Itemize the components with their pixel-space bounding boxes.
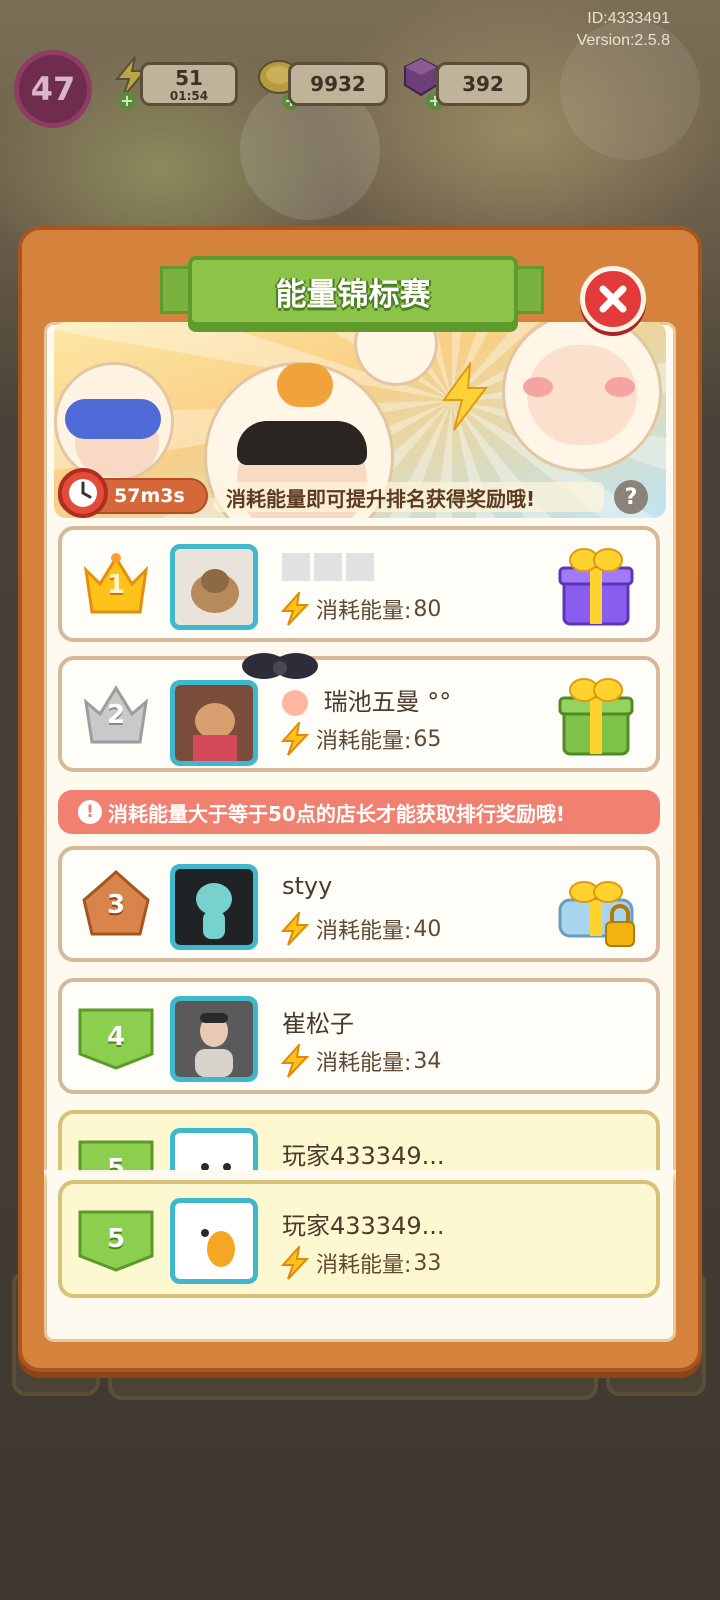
lightning-icon [280, 722, 310, 756]
player-level: 47 [30, 70, 76, 108]
peach-icon [282, 690, 308, 716]
leaderboard-row-1: 1 消耗能量: 80 [58, 526, 660, 642]
energy-value: 40 [413, 916, 442, 942]
player-name-text: 崔松子 [282, 1010, 354, 1038]
avatar-bow-icon [242, 653, 318, 679]
leaderboard-row-4: 4 崔松子 消耗能量: 34 [58, 978, 660, 1094]
energy-timer: 01:54 [169, 89, 209, 103]
banner-character-left [54, 362, 174, 482]
player-avatar[interactable] [170, 680, 258, 766]
warning-icon: ! [78, 800, 102, 824]
help-icon[interactable]: ? [614, 480, 648, 514]
help-glyph: ? [624, 484, 638, 510]
energy-label: 消耗能量: [316, 729, 412, 754]
rank-number: 5 [106, 1224, 126, 1254]
close-icon [599, 285, 627, 313]
add-energy-icon[interactable]: + [118, 92, 136, 110]
lightning-icon [280, 1246, 310, 1280]
energy-label: 消耗能量: [316, 599, 412, 624]
my-energy-consumed: 消耗能量: 33 [280, 1246, 441, 1280]
list-bottom-edge [44, 1170, 676, 1180]
player-name: styy [282, 872, 332, 900]
energy-value: 65 [413, 726, 442, 752]
rank-badge-gold-crown: 1 [78, 550, 154, 620]
my-name-text: 玩家433349... [282, 1212, 445, 1240]
rank-badge-green: 5 [78, 1134, 154, 1172]
energy-label: 消耗能量: [316, 1253, 412, 1278]
version-text: Version:2.5.8 [576, 32, 670, 49]
player-name-text: 瑞池五曼 °° [323, 688, 452, 716]
rank-number: 3 [106, 890, 126, 920]
energy-counter: 51 01:54 [140, 62, 238, 106]
reward-green-gift-icon[interactable] [556, 672, 636, 760]
energy-consumed: 消耗能量: 65 [280, 722, 441, 756]
close-button[interactable] [580, 266, 646, 332]
coins-counter: 9932 [288, 62, 388, 106]
lightning-icon [280, 592, 310, 626]
build-info: ID:4333491 Version:2.5.8 [577, 8, 670, 52]
my-avatar[interactable] [170, 1198, 258, 1284]
player-avatar[interactable] [170, 996, 258, 1082]
rank-number: 1 [106, 570, 126, 600]
rank-badge-green: 4 [78, 1002, 154, 1072]
player-name: 瑞池五曼 °° [282, 682, 451, 717]
reward-requirement-warning: ! 消耗能量大于等于50点的店长才能获取排行奖励哦! [58, 790, 660, 834]
gems-value: 392 [462, 72, 504, 96]
player-avatar[interactable] [170, 544, 258, 630]
rank-badge-bronze: 3 [78, 870, 154, 940]
rank-badge-silver-crown: 2 [78, 680, 154, 750]
leaderboard-list-clip: 5 玩家433349... [54, 1110, 666, 1172]
player-name [282, 552, 378, 581]
player-avatar[interactable] [170, 864, 258, 950]
energy-consumed: 消耗能量: 80 [280, 592, 441, 626]
modal-title: 能量锦标赛 [275, 276, 431, 313]
warning-text: 消耗能量大于等于50点的店长才能获取排行奖励哦! [108, 801, 565, 826]
energy-label: 消耗能量: [316, 1051, 412, 1076]
player-name-text: 玩家433349... [282, 1142, 445, 1170]
rank-badge-green: 5 [78, 1204, 154, 1274]
leaderboard-row-2: 2 瑞池五曼 °° 消耗能量: 65 [58, 653, 660, 772]
reward-locked-gift-icon[interactable] [556, 862, 636, 950]
rank-number: 4 [106, 1022, 126, 1052]
my-rank-row: 5 玩家433349... 消耗能量: 33 [58, 1180, 660, 1298]
lightning-icon [280, 1044, 310, 1078]
banner-lightning-icon [442, 362, 489, 431]
player-name: 崔松子 [282, 1004, 354, 1039]
clock-icon [58, 468, 108, 518]
leaderboard-row-3: 3 styy 消耗能量: 40 [58, 846, 660, 962]
coins-value: 9932 [310, 72, 366, 96]
energy-consumed: 消耗能量: 40 [280, 912, 441, 946]
energy-consumed: 消耗能量: 34 [280, 1044, 441, 1078]
player-id: ID:4333491 [587, 10, 670, 27]
banner-tip: 消耗能量即可提升排名获得奖励哦! [214, 482, 604, 512]
gems-counter: 392 [436, 62, 530, 106]
lightning-icon [280, 912, 310, 946]
player-level-badge: 47 [14, 50, 92, 128]
energy-value: 80 [413, 596, 442, 622]
energy-value: 51 [175, 66, 203, 90]
banner-tip-text: 消耗能量即可提升排名获得奖励哦! [226, 486, 536, 511]
leaderboard-row-5: 5 玩家433349... [58, 1110, 660, 1172]
reward-purple-gift-icon[interactable] [556, 542, 636, 630]
modal-title-ribbon: 能量锦标赛 [188, 256, 518, 326]
player-avatar[interactable] [170, 1128, 258, 1172]
player-name: 玩家433349... [282, 1136, 445, 1171]
energy-value: 33 [413, 1250, 442, 1276]
energy-value: 34 [413, 1048, 442, 1074]
countdown-text: 57m3s [114, 485, 185, 507]
name-placeholder-boxes [282, 553, 378, 581]
player-name-text: styy [282, 872, 333, 900]
my-name: 玩家433349... [282, 1206, 445, 1241]
rank-number: 2 [106, 700, 126, 730]
energy-label: 消耗能量: [316, 919, 412, 944]
